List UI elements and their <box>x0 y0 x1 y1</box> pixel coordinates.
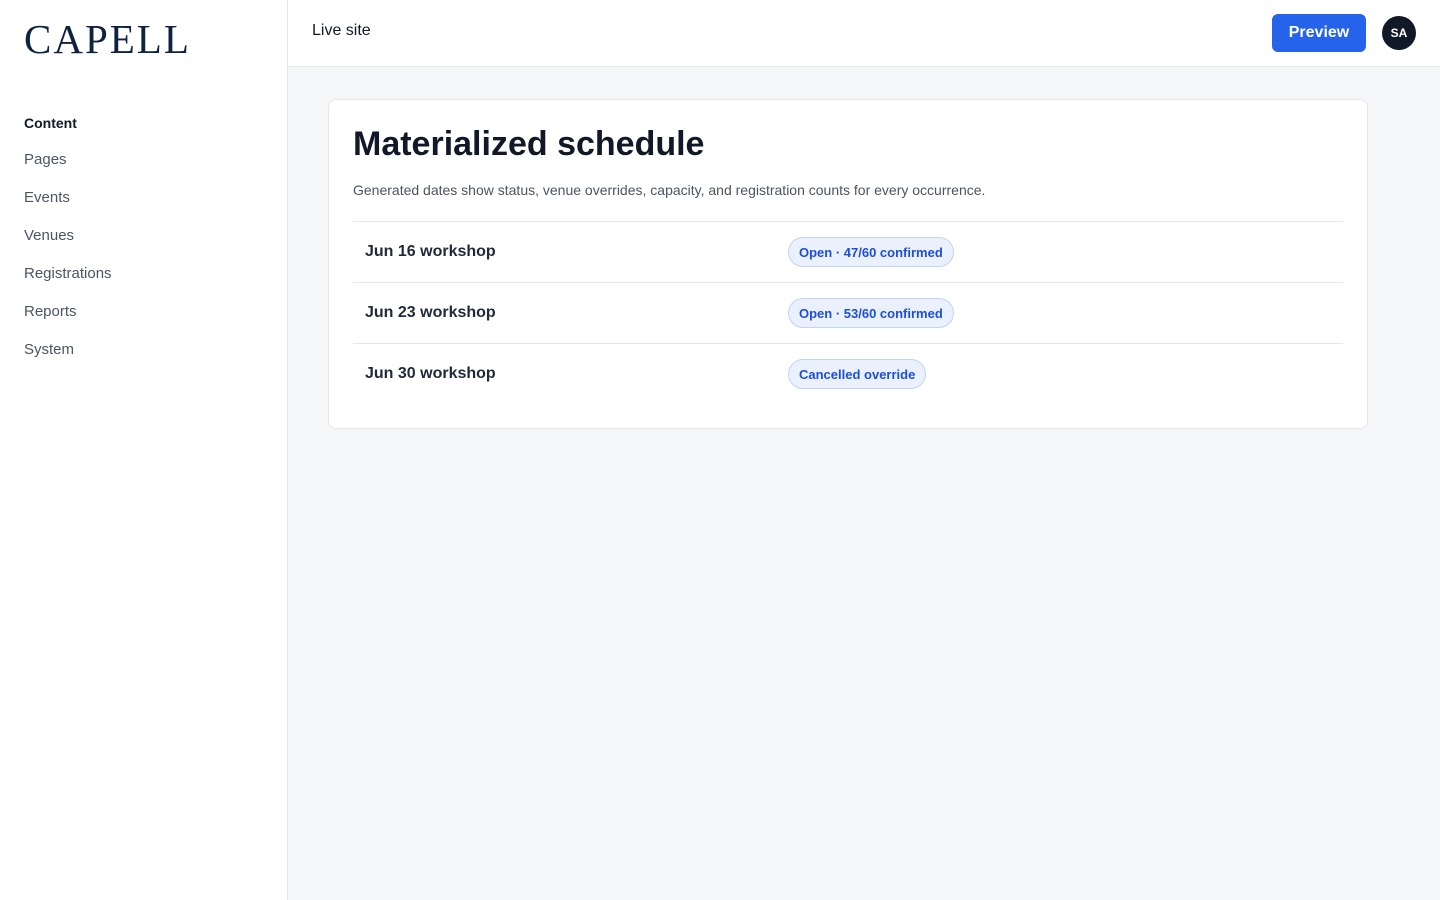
occurrence-name: Jun 16 workshop <box>365 243 496 260</box>
schedule-row[interactable]: Jun 30 workshop Cancelled override <box>353 343 1343 404</box>
sidebar-item-pages[interactable]: Pages <box>24 140 264 178</box>
sidebar-item-events[interactable]: Events <box>24 178 264 216</box>
preview-button[interactable]: Preview <box>1272 14 1366 52</box>
sidebar-item-reports[interactable]: Reports <box>24 292 264 330</box>
sidebar-item-registrations[interactable]: Registrations <box>24 254 264 292</box>
app-shell: CAPELL Content Pages Events Venues Regis… <box>0 0 1440 900</box>
status-badge: Cancelled override <box>788 359 927 389</box>
schedule-card: Materialized schedule Generated dates sh… <box>328 99 1368 429</box>
sidebar-heading-content: Content <box>24 115 77 131</box>
status-badge: Open · 53/60 confirmed <box>788 298 954 328</box>
sidebar-item-venues[interactable]: Venues <box>24 216 264 254</box>
occurrence-name: Jun 30 workshop <box>365 365 496 382</box>
page-description: Generated dates show status, venue overr… <box>353 182 986 198</box>
sidebar-nav: Content Pages Events Venues Registration… <box>24 106 264 368</box>
sidebar-item-system[interactable]: System <box>24 330 264 368</box>
user-avatar[interactable]: SA <box>1382 16 1416 50</box>
status-badge: Open · 47/60 confirmed <box>788 237 954 267</box>
live-site-link[interactable]: Live site <box>312 22 371 40</box>
page-title: Materialized schedule <box>353 125 705 163</box>
schedule-row[interactable]: Jun 23 workshop Open · 53/60 confirmed <box>353 282 1343 343</box>
schedule-row[interactable]: Jun 16 workshop Open · 47/60 confirmed <box>353 221 1343 282</box>
sidebar: CAPELL Content Pages Events Venues Regis… <box>0 0 288 900</box>
occurrence-name: Jun 23 workshop <box>365 304 496 321</box>
top-bar: Live site Preview SA <box>288 0 1440 67</box>
brand-logo[interactable]: CAPELL <box>24 16 191 62</box>
schedule-list: Jun 16 workshop Open · 47/60 confirmed J… <box>353 221 1343 404</box>
